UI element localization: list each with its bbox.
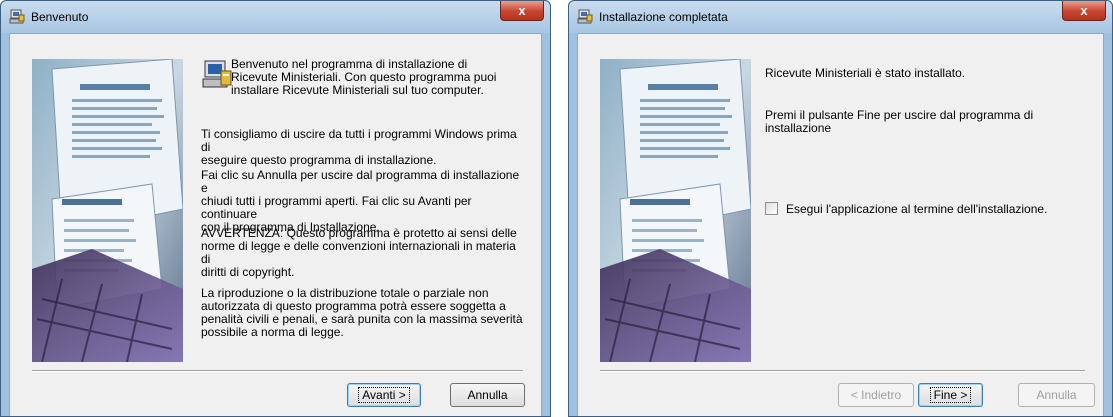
welcome-paragraph-3: AVVERTENZA: Questo programma è protetto … (201, 226, 517, 279)
separator (600, 370, 1085, 372)
window-title: Installazione completata (599, 10, 728, 24)
window-title: Benvenuto (31, 10, 89, 24)
complete-titlebar[interactable]: Installazione completata x (569, 1, 1112, 33)
installer-banner-image (600, 59, 751, 362)
cancel-button[interactable]: Annulla (450, 383, 525, 407)
installer-banner-image (32, 59, 183, 362)
welcome-intro-text: Benvenuto nel programma di installazione… (231, 57, 497, 97)
welcome-titlebar[interactable]: Benvenuto x (1, 1, 550, 33)
cancel-button-label: Annulla (467, 388, 508, 402)
setup-app-icon (577, 9, 593, 24)
close-button[interactable]: x (500, 1, 544, 21)
back-button-label: < Indietro (850, 388, 902, 402)
back-button[interactable]: < Indietro (838, 383, 914, 407)
close-button[interactable]: x (1062, 1, 1106, 21)
welcome-paragraph-2: Fai clic su Annulla per uscire dal progr… (201, 168, 520, 234)
separator (32, 370, 523, 372)
cancel-button-label: Annulla (1036, 388, 1077, 402)
welcome-paragraph-1: Ti consigliamo di uscire da tutti i prog… (201, 127, 517, 167)
installed-message: Ricevute Ministeriali è stato installato… (765, 66, 966, 80)
next-button-label: Avanti > (358, 387, 410, 403)
finish-button-label: Fine > (929, 387, 972, 403)
complete-window: Installazione completata x Ricevute Mini… (568, 0, 1113, 417)
close-icon: x (1080, 3, 1088, 18)
finish-instructions: Premi il pulsante Fine per uscire dal pr… (765, 108, 1034, 135)
setup-app-icon (9, 9, 25, 24)
welcome-paragraph-4: La riproduzione o la distribuzione total… (201, 286, 523, 339)
cancel-button[interactable]: Annulla (1018, 383, 1095, 407)
next-button[interactable]: Avanti > (347, 383, 421, 407)
run-app-checkbox-label[interactable]: Esegui l'applicazione al termine dell'in… (786, 202, 1047, 216)
complete-client-area: Ricevute Ministeriali è stato installato… (577, 33, 1104, 416)
run-app-checkbox[interactable] (765, 202, 778, 215)
installer-computer-icon (202, 60, 232, 88)
welcome-client-area: Benvenuto nel programma di installazione… (9, 33, 542, 416)
finish-button[interactable]: Fine > (918, 383, 983, 407)
close-icon: x (518, 3, 526, 18)
welcome-window: Benvenuto x Benvenuto nel programma di i… (0, 0, 551, 417)
